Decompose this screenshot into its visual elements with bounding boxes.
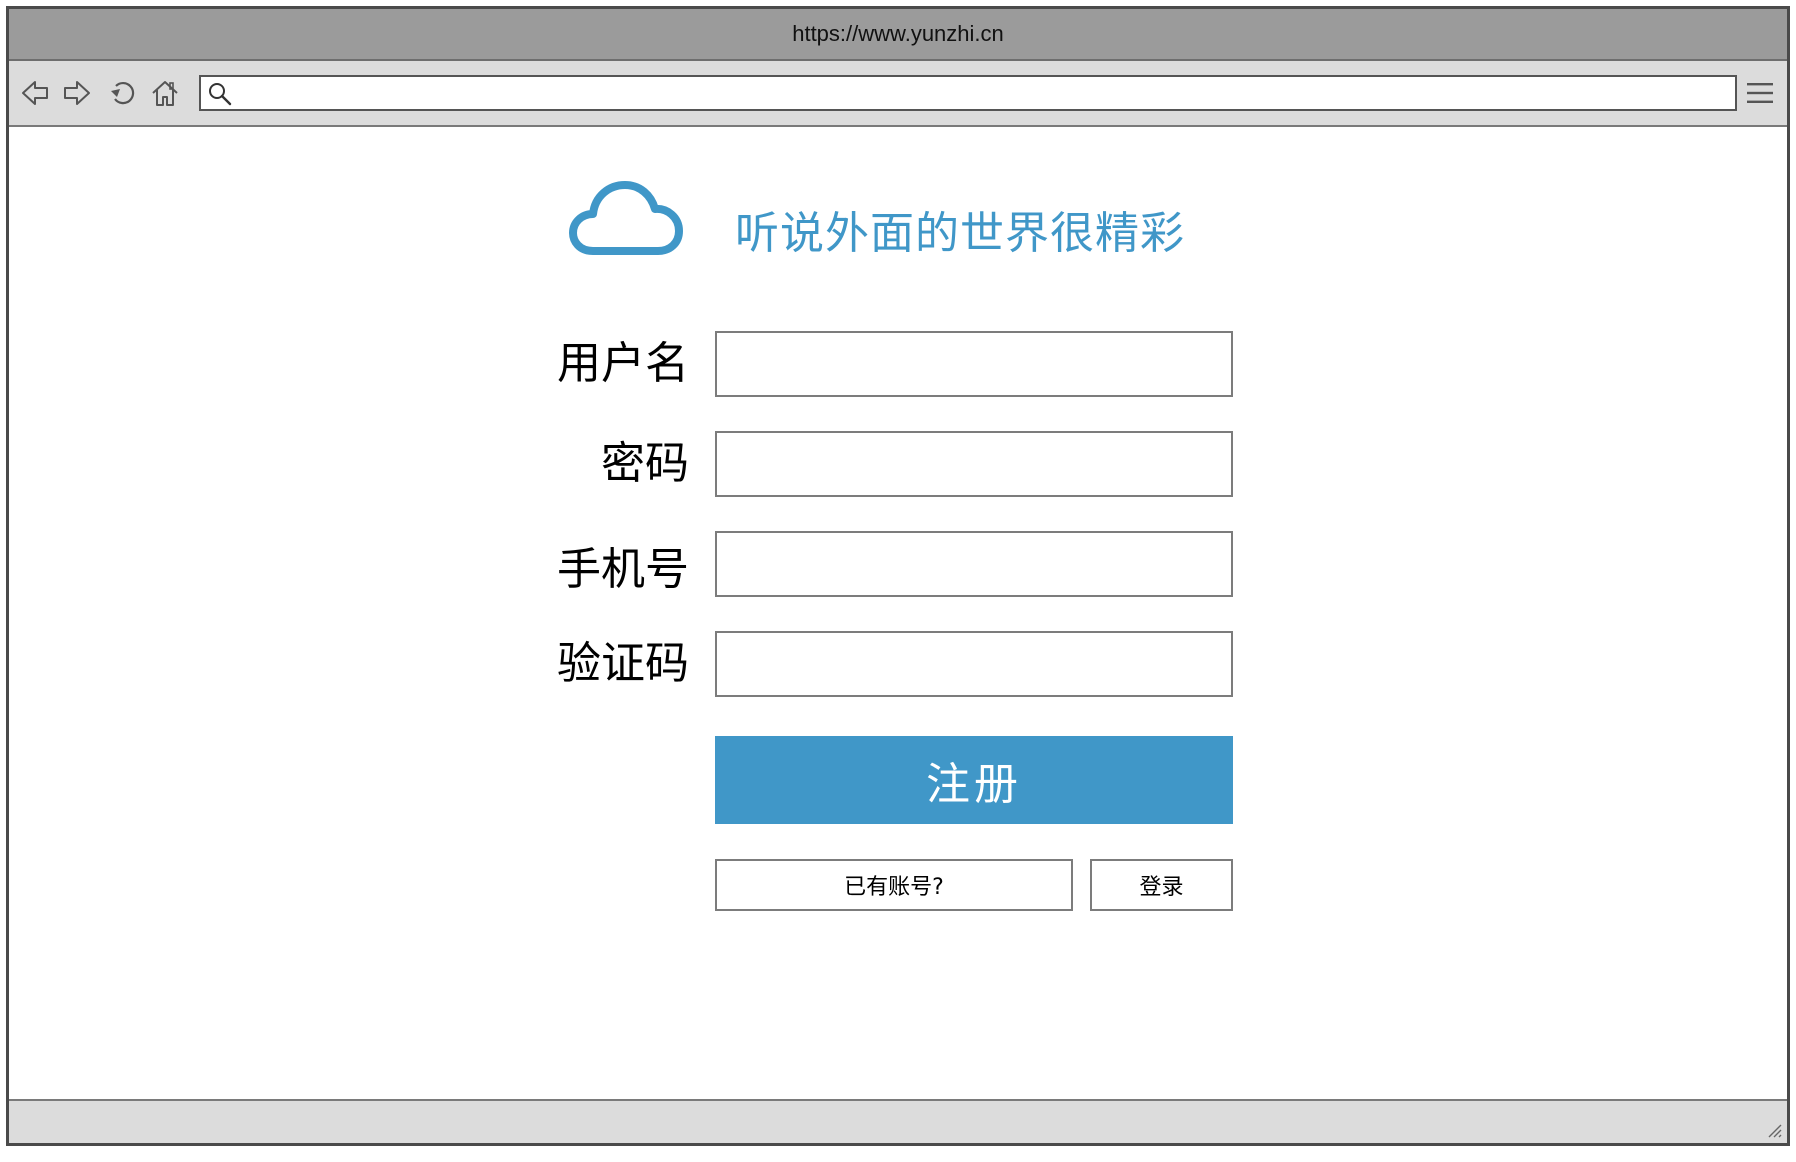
- phone-label: 手机号: [557, 544, 689, 595]
- phone-input[interactable]: [715, 531, 1233, 597]
- register-button[interactable]: 注册: [715, 736, 1233, 824]
- phone-row: 手机号: [509, 531, 1249, 597]
- username-input[interactable]: [715, 331, 1233, 397]
- page-content: 听说外面的世界很精彩 用户名 密码 手机号 验证码 注册 已有账号? 登录: [9, 127, 1787, 1099]
- username-row: 用户名: [509, 331, 1249, 397]
- menu-icon[interactable]: [1745, 79, 1775, 107]
- password-label: 密码: [601, 438, 689, 489]
- title-bar: https://www.yunzhi.cn: [9, 9, 1787, 61]
- address-bar[interactable]: [199, 75, 1737, 111]
- brand-header: 听说外面的世界很精彩: [569, 179, 1269, 269]
- home-icon[interactable]: [149, 77, 181, 109]
- verification-code-row: 验证码: [509, 631, 1249, 697]
- status-bar: [9, 1099, 1787, 1143]
- has-account-label: 已有账号?: [715, 859, 1073, 911]
- search-icon: [209, 83, 232, 106]
- username-label: 用户名: [557, 338, 689, 389]
- password-input[interactable]: [715, 431, 1233, 497]
- resize-grip-icon[interactable]: [1761, 1117, 1783, 1139]
- cloud-icon: [569, 181, 683, 255]
- window-url-title: https://www.yunzhi.cn: [792, 21, 1004, 46]
- back-icon[interactable]: [19, 77, 51, 109]
- refresh-icon[interactable]: [107, 77, 139, 109]
- password-row: 密码: [509, 431, 1249, 497]
- verification-code-label: 验证码: [557, 638, 689, 689]
- login-button[interactable]: 登录: [1090, 859, 1233, 911]
- forward-icon[interactable]: [61, 77, 93, 109]
- browser-window: https://www.yunzhi.cn 听说外面的世界很精彩 用户名 密码 …: [6, 6, 1790, 1146]
- page-slogan: 听说外面的世界很精彩: [735, 208, 1185, 259]
- browser-toolbar: [9, 61, 1787, 127]
- verification-code-input[interactable]: [715, 631, 1233, 697]
